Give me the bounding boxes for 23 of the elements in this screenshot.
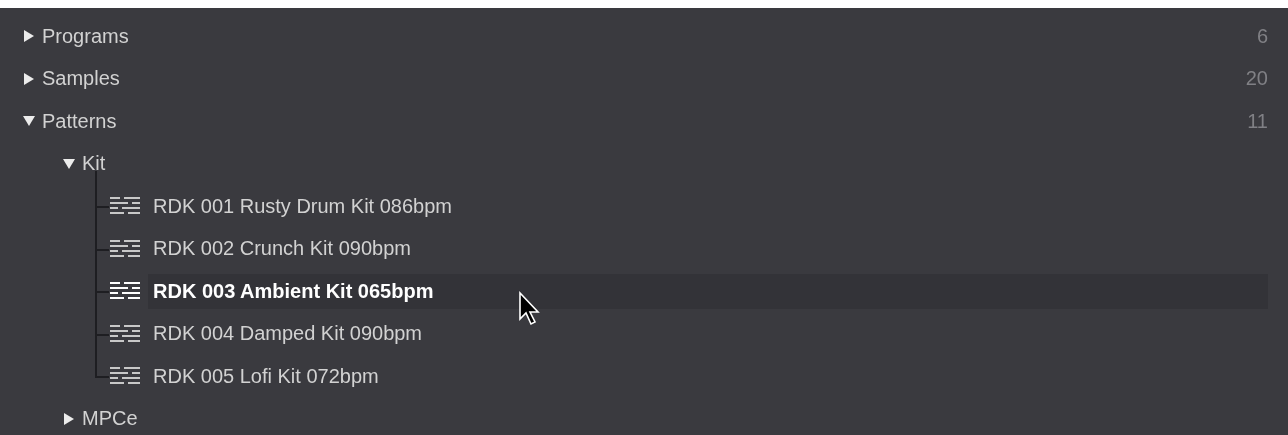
expand-arrow-icon[interactable] (22, 29, 36, 44)
tree-item[interactable]: Patterns (42, 109, 117, 133)
item-count: 6 (1256, 24, 1268, 48)
pattern-item[interactable]: RDK 002 Crunch Kit 090bpm (148, 231, 1268, 267)
pattern-icon (110, 196, 140, 217)
item-count: 11 (1247, 109, 1268, 133)
tree-item[interactable]: Programs (42, 24, 129, 48)
expand-arrow-icon[interactable] (62, 411, 76, 426)
pattern-icon (110, 238, 140, 259)
tree-item[interactable]: MPCe (82, 407, 138, 431)
tree-item[interactable]: Samples (42, 67, 120, 91)
tree-item[interactable]: Kit (82, 152, 106, 176)
item-count: 20 (1245, 67, 1268, 91)
expand-arrow-icon[interactable] (62, 156, 76, 171)
mouse-cursor-icon (518, 291, 542, 327)
pattern-item[interactable]: RDK 004 Damped Kit 090bpm (148, 316, 1268, 352)
pattern-icon (110, 366, 140, 387)
pattern-item[interactable]: RDK 001 Rusty Drum Kit 086bpm (148, 188, 1268, 224)
pattern-item[interactable]: RDK 003 Ambient Kit 065bpm (148, 273, 1268, 309)
pattern-item[interactable]: RDK 005 Lofi Kit 072bpm (148, 358, 1268, 394)
expand-arrow-icon[interactable] (22, 71, 36, 86)
pattern-icon (110, 323, 140, 344)
pattern-icon (110, 281, 140, 302)
